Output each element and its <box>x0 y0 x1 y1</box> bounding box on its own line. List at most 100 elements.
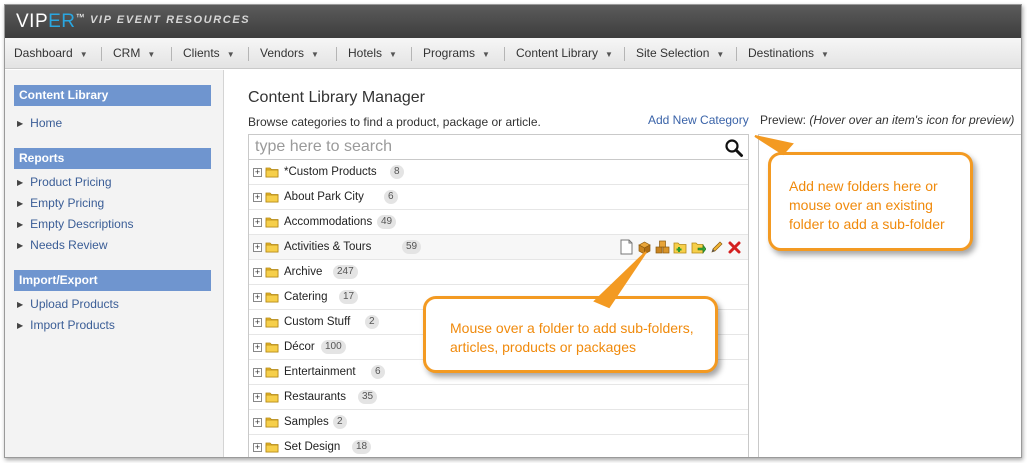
logo[interactable]: VIPER™ <box>16 11 85 33</box>
expand-icon[interactable]: + <box>253 343 262 352</box>
category-row[interactable]: + Archive 247 <box>249 260 748 285</box>
nav-dashboard[interactable]: Dashboard ▼ <box>14 38 88 69</box>
expand-icon[interactable]: + <box>253 318 262 327</box>
count-badge: 2 <box>333 415 347 429</box>
page-title: Content Library Manager <box>248 89 425 106</box>
expand-icon[interactable]: + <box>253 193 262 202</box>
nav-crm[interactable]: CRM ▼ <box>113 38 155 69</box>
expand-icon[interactable]: + <box>253 268 262 277</box>
triangle-right-icon: ▶ <box>17 199 24 208</box>
sidebar-heading-import-export: Import/Export <box>14 270 211 291</box>
category-row[interactable]: + Accommodations 49 <box>249 210 748 235</box>
nav-label: Vendors <box>260 46 305 60</box>
page-subtitle: Browse categories to find a product, pac… <box>248 115 541 129</box>
count-badge: 59 <box>402 240 422 254</box>
preview-heading: Preview: (Hover over an item's icon for … <box>760 113 1014 127</box>
new-article-icon[interactable] <box>619 239 634 255</box>
chevron-down-icon: ▼ <box>311 50 319 59</box>
nav-content-library[interactable]: Content Library ▼ <box>516 38 613 69</box>
move-folder-icon[interactable] <box>691 239 706 255</box>
chevron-down-icon: ▼ <box>147 50 156 59</box>
search-bar <box>249 135 748 160</box>
nav-label: Destinations <box>748 46 815 60</box>
nav-divider <box>504 47 505 61</box>
category-row[interactable]: + About Park City 6 <box>249 185 748 210</box>
chevron-down-icon: ▼ <box>482 50 490 59</box>
search-icon[interactable] <box>724 138 744 158</box>
app-window: VIPER™ VIP EVENT RESOURCES Dashboard ▼ CR… <box>4 4 1022 458</box>
nav-programs[interactable]: Programs ▼ <box>423 38 490 69</box>
category-label: Catering <box>284 291 328 303</box>
nav-label: CRM <box>113 46 141 60</box>
callout-line: Add new folders here or <box>789 178 938 194</box>
add-category-link[interactable]: Add New Category <box>648 113 749 127</box>
sidebar-item-needs-review[interactable]: ▶ Needs Review <box>17 238 108 252</box>
sidebar-heading-reports: Reports <box>14 148 211 169</box>
new-package-icon[interactable] <box>655 239 670 255</box>
category-row[interactable]: + Activities & Tours 59 <box>249 235 748 260</box>
top-bar: VIPER™ VIP EVENT RESOURCES <box>5 5 1021 38</box>
category-label: Accommodations <box>284 216 373 228</box>
count-badge: 100 <box>321 340 346 354</box>
logo-text-accent: ER <box>48 11 76 32</box>
sidebar-item-upload-products[interactable]: ▶ Upload Products <box>17 297 119 311</box>
count-badge: 18 <box>352 440 372 454</box>
callout-line: Mouse over a folder to add sub-folders, <box>450 320 694 336</box>
expand-icon[interactable]: + <box>253 393 262 402</box>
nav-label: Dashboard <box>14 46 73 60</box>
sidebar-item-label: Import Products <box>30 318 115 332</box>
nav-vendors[interactable]: Vendors ▼ <box>260 38 319 69</box>
nav-clients[interactable]: Clients ▼ <box>183 38 235 69</box>
category-row[interactable]: + Samples 2 <box>249 410 748 435</box>
count-badge: 6 <box>384 190 398 204</box>
nav-divider <box>411 47 412 61</box>
expand-icon[interactable]: + <box>253 218 262 227</box>
pencil-icon[interactable] <box>709 239 724 255</box>
expand-icon[interactable]: + <box>253 243 262 252</box>
chevron-down-icon: ▼ <box>605 50 613 59</box>
folder-icon <box>265 267 279 278</box>
expand-icon[interactable]: + <box>253 418 262 427</box>
sidebar-item-label: Empty Descriptions <box>30 217 134 231</box>
delete-icon[interactable] <box>727 239 742 255</box>
category-label: Activities & Tours <box>284 241 372 253</box>
nav-site-selection[interactable]: Site Selection ▼ <box>636 38 724 69</box>
nav-divider <box>171 47 172 61</box>
nav-hotels[interactable]: Hotels ▼ <box>348 38 397 69</box>
sidebar-item-empty-descriptions[interactable]: ▶ Empty Descriptions <box>17 217 134 231</box>
triangle-right-icon: ▶ <box>17 321 24 330</box>
expand-icon[interactable]: + <box>253 293 262 302</box>
folder-icon <box>265 242 279 253</box>
chevron-down-icon: ▼ <box>716 50 725 59</box>
folder-icon <box>265 392 279 403</box>
count-badge: 35 <box>358 390 378 404</box>
nav-label: Content Library <box>516 46 599 60</box>
nav-divider <box>624 47 625 61</box>
sidebar-item-import-products[interactable]: ▶ Import Products <box>17 318 115 332</box>
expand-icon[interactable]: + <box>253 368 262 377</box>
sidebar-item-product-pricing[interactable]: ▶ Product Pricing <box>17 175 112 189</box>
nav-divider <box>248 47 249 61</box>
expand-icon[interactable]: + <box>253 443 262 452</box>
sidebar-item-label: Home <box>30 116 63 130</box>
sidebar-item-empty-pricing[interactable]: ▶ Empty Pricing <box>17 196 104 210</box>
category-row[interactable]: + Restaurants 35 <box>249 385 748 410</box>
category-row[interactable]: + *Custom Products 8 <box>249 160 748 185</box>
callout-line: folder to add a sub-folder <box>789 216 945 232</box>
sidebar-item-home[interactable]: ▶ Home <box>17 116 62 130</box>
nav-divider <box>736 47 737 61</box>
triangle-right-icon: ▶ <box>17 178 24 187</box>
logo-trademark: ™ <box>75 12 86 22</box>
category-row[interactable]: + Set Design 18 <box>249 435 748 457</box>
callout-line: mouse over an existing <box>789 197 933 213</box>
expand-icon[interactable]: + <box>253 168 262 177</box>
add-subfolder-icon[interactable] <box>673 239 688 255</box>
triangle-right-icon: ▶ <box>17 220 24 229</box>
new-product-icon[interactable] <box>637 239 652 255</box>
preview-label: Preview: <box>760 113 807 127</box>
search-input[interactable] <box>255 137 715 157</box>
triangle-right-icon: ▶ <box>17 241 24 250</box>
count-badge: 6 <box>371 365 385 379</box>
folder-icon <box>265 342 279 353</box>
nav-destinations[interactable]: Destinations ▼ <box>748 38 829 69</box>
